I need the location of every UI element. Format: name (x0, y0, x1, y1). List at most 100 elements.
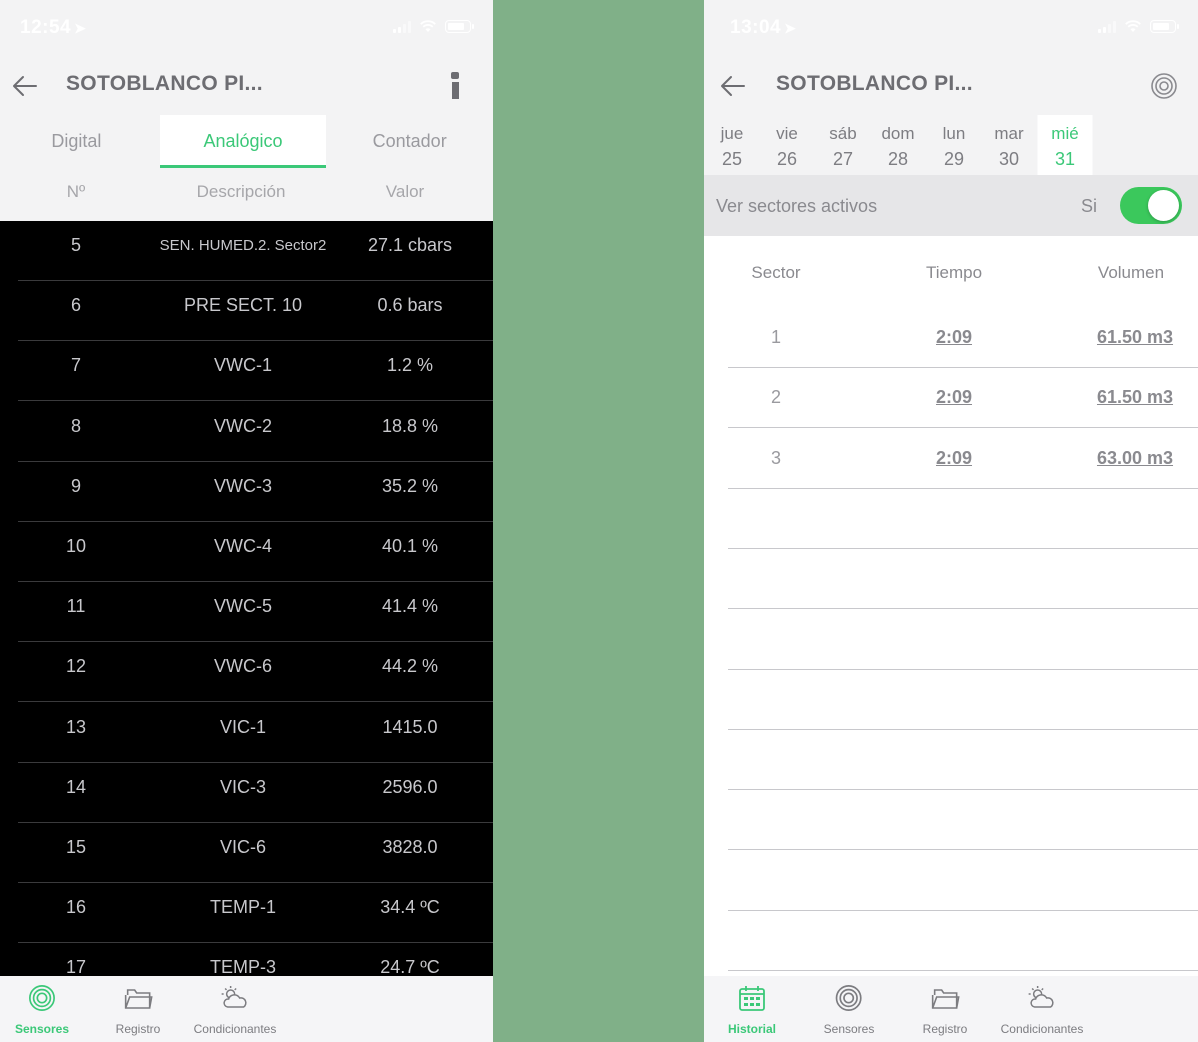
day-selector: jue 25 vie 26 sáb 27 dom 28 lun 29 mar 30 mié 3… (704, 115, 1198, 175)
nav-bar: SOTOBLANCO PI... (704, 58, 1198, 114)
tabbar-condicionantes[interactable]: Condicionantes (194, 984, 276, 1036)
sensor-row[interactable]: 7 VWC-1 1.2 % (18, 341, 493, 402)
tab-digital[interactable]: Digital (0, 115, 153, 168)
nav-bar: SOTOBLANCO PI... (0, 58, 493, 114)
tabbar-label: Sensores (823, 1022, 875, 1036)
sensor-number: 12 (65, 656, 87, 677)
day-name: dom (881, 124, 915, 143)
location-arrow-icon: ➤ (74, 20, 87, 36)
sector-time-link[interactable]: 2:09 (936, 387, 972, 408)
sensor-number: 9 (70, 475, 82, 496)
back-arrow-icon[interactable] (10, 70, 42, 102)
active-sectors-toggle[interactable] (1120, 187, 1182, 224)
column-header-value: Valor (385, 182, 425, 201)
column-header-volumen: Volumen (1097, 263, 1165, 282)
sensor-value: 1415.0 (382, 716, 438, 737)
sensor-row[interactable]: 16 TEMP-1 34.4 ºC (18, 883, 493, 944)
sector-row[interactable]: 1 2:09 61.50 m3 (728, 307, 1198, 368)
day-number: 28 (887, 149, 909, 169)
sensor-icon (836, 985, 862, 1011)
tab-analogico[interactable]: Analógico (159, 115, 327, 168)
sensor-row[interactable]: 17 TEMP-3 24.7 ºC (18, 943, 493, 976)
status-time-text: 13:04 (730, 17, 782, 38)
sector-row[interactable]: 2 2:09 61.50 m3 (728, 367, 1198, 429)
sensor-number: 16 (65, 897, 87, 918)
tabbar-condicionantes[interactable]: Condicionantes (1001, 984, 1083, 1036)
active-sectors-value: Si (1081, 196, 1098, 216)
status-time: 13:04 ➤ (730, 17, 796, 39)
day-mie[interactable]: mié 31 (1037, 115, 1093, 175)
sector-row[interactable]: 3 2:09 63.00 m3 (728, 428, 1198, 489)
sensor-row[interactable]: 5 SEN. HUMED.2. Sector2 27.1 cbars (18, 221, 493, 281)
sensor-row[interactable]: 12 VWC-6 44.2 % (18, 642, 493, 703)
status-time: 12:54 ➤ (20, 17, 86, 39)
sensor-value: 40.1 % (381, 536, 439, 556)
sector-volume-link[interactable]: 61.50 m3 (1097, 327, 1173, 348)
tabbar-label: Registro (922, 1022, 968, 1036)
sensor-row[interactable]: 9 VWC-3 35.2 % (18, 462, 493, 522)
empty-row (728, 910, 1198, 971)
day-sab[interactable]: sáb 27 (816, 115, 871, 175)
sector-time-link[interactable]: 2:09 (936, 327, 972, 348)
day-number: 30 (998, 149, 1020, 169)
sensor-value: 44.2 % (381, 656, 439, 677)
tab-contador[interactable]: Contador (326, 115, 493, 168)
day-vie[interactable]: vie 26 (760, 115, 815, 175)
tabbar-sensores[interactable]: Sensores (823, 984, 875, 1036)
sensor-row[interactable]: 13 VIC-1 1415.0 (18, 703, 493, 763)
sensor-description: VWC-3 (214, 475, 272, 496)
day-name: jue (720, 124, 744, 143)
info-icon[interactable] (449, 72, 461, 100)
sensor-row[interactable]: 6 PRE SECT. 10 0.6 bars (18, 281, 493, 342)
day-jue[interactable]: jue 25 (705, 115, 760, 175)
battery-icon (1150, 20, 1179, 33)
page-title: SOTOBLANCO PI... (66, 72, 263, 95)
sector-number: 1 (770, 327, 782, 347)
day-mar[interactable]: mar 30 (982, 115, 1037, 175)
sensor-description: PRE SECT. 10 (183, 295, 303, 316)
tabbar-sensores[interactable]: Sensores (15, 984, 69, 1036)
sensor-row[interactable]: 14 VIC-3 2596.0 (18, 763, 493, 823)
sector-volume-link[interactable]: 63.00 m3 (1097, 448, 1173, 469)
sector-number: 3 (770, 447, 782, 468)
sensor-description: SEN. HUMED.2. Sector2 (159, 237, 327, 254)
sector-table: Sector Tiempo Volumen 1 2:09 61.50 m3 2 2:09… (704, 236, 1198, 1032)
sensor-row[interactable]: 10 VWC-4 40.1 % (18, 522, 493, 582)
sensor-row[interactable]: 11 VWC-5 41.4 % (18, 582, 493, 643)
sensor-value: 24.7 ºC (380, 957, 440, 976)
location-arrow-icon: ➤ (784, 20, 797, 36)
back-arrow-icon[interactable] (718, 70, 750, 102)
sensor-number: 10 (65, 536, 87, 556)
sensor-row[interactable]: 8 VWC-2 18.8 % (18, 402, 493, 462)
tabbar-registro[interactable]: Registro (922, 984, 968, 1036)
sensor-row[interactable]: 15 VIC-6 3828.0 (18, 823, 493, 883)
sensor-icon (29, 985, 55, 1011)
active-sectors-label: Ver sectores activos (716, 196, 878, 216)
day-number: 26 (776, 149, 798, 169)
column-headers: Nº Descripción Valor (0, 172, 493, 212)
day-dom[interactable]: dom 28 (871, 115, 926, 175)
day-number: 27 (832, 149, 854, 169)
column-header-number: Nº (66, 182, 86, 201)
tabbar-historial[interactable]: Historial (728, 984, 776, 1036)
sensor-description: VWC-2 (214, 415, 272, 436)
target-icon[interactable] (1150, 72, 1178, 100)
sensor-number: 7 (70, 355, 82, 376)
status-bar: 13:04 ➤ (704, 0, 1198, 56)
sensor-value: 27.1 cbars (367, 235, 453, 255)
column-header-tiempo: Tiempo (925, 263, 983, 282)
day-lun[interactable]: lun 29 (927, 115, 982, 175)
day-name: mié (1051, 124, 1079, 143)
battery-icon (445, 20, 474, 33)
sector-volume-link[interactable]: 61.50 m3 (1097, 387, 1173, 408)
sensor-number: 15 (65, 837, 87, 857)
tabbar-registro[interactable]: Registro (116, 984, 160, 1036)
sensor-list[interactable]: 5 SEN. HUMED.2. Sector2 27.1 cbars 6 PRE SEC… (0, 221, 493, 976)
sensor-description: VIC-1 (219, 716, 267, 737)
sensor-value: 41.4 % (381, 596, 439, 617)
system-icons (393, 20, 474, 33)
folder-icon (932, 989, 960, 1009)
sensor-number: 17 (65, 957, 87, 976)
sector-time-link[interactable]: 2:09 (936, 448, 972, 469)
sensor-description: TEMP-1 (209, 897, 277, 918)
